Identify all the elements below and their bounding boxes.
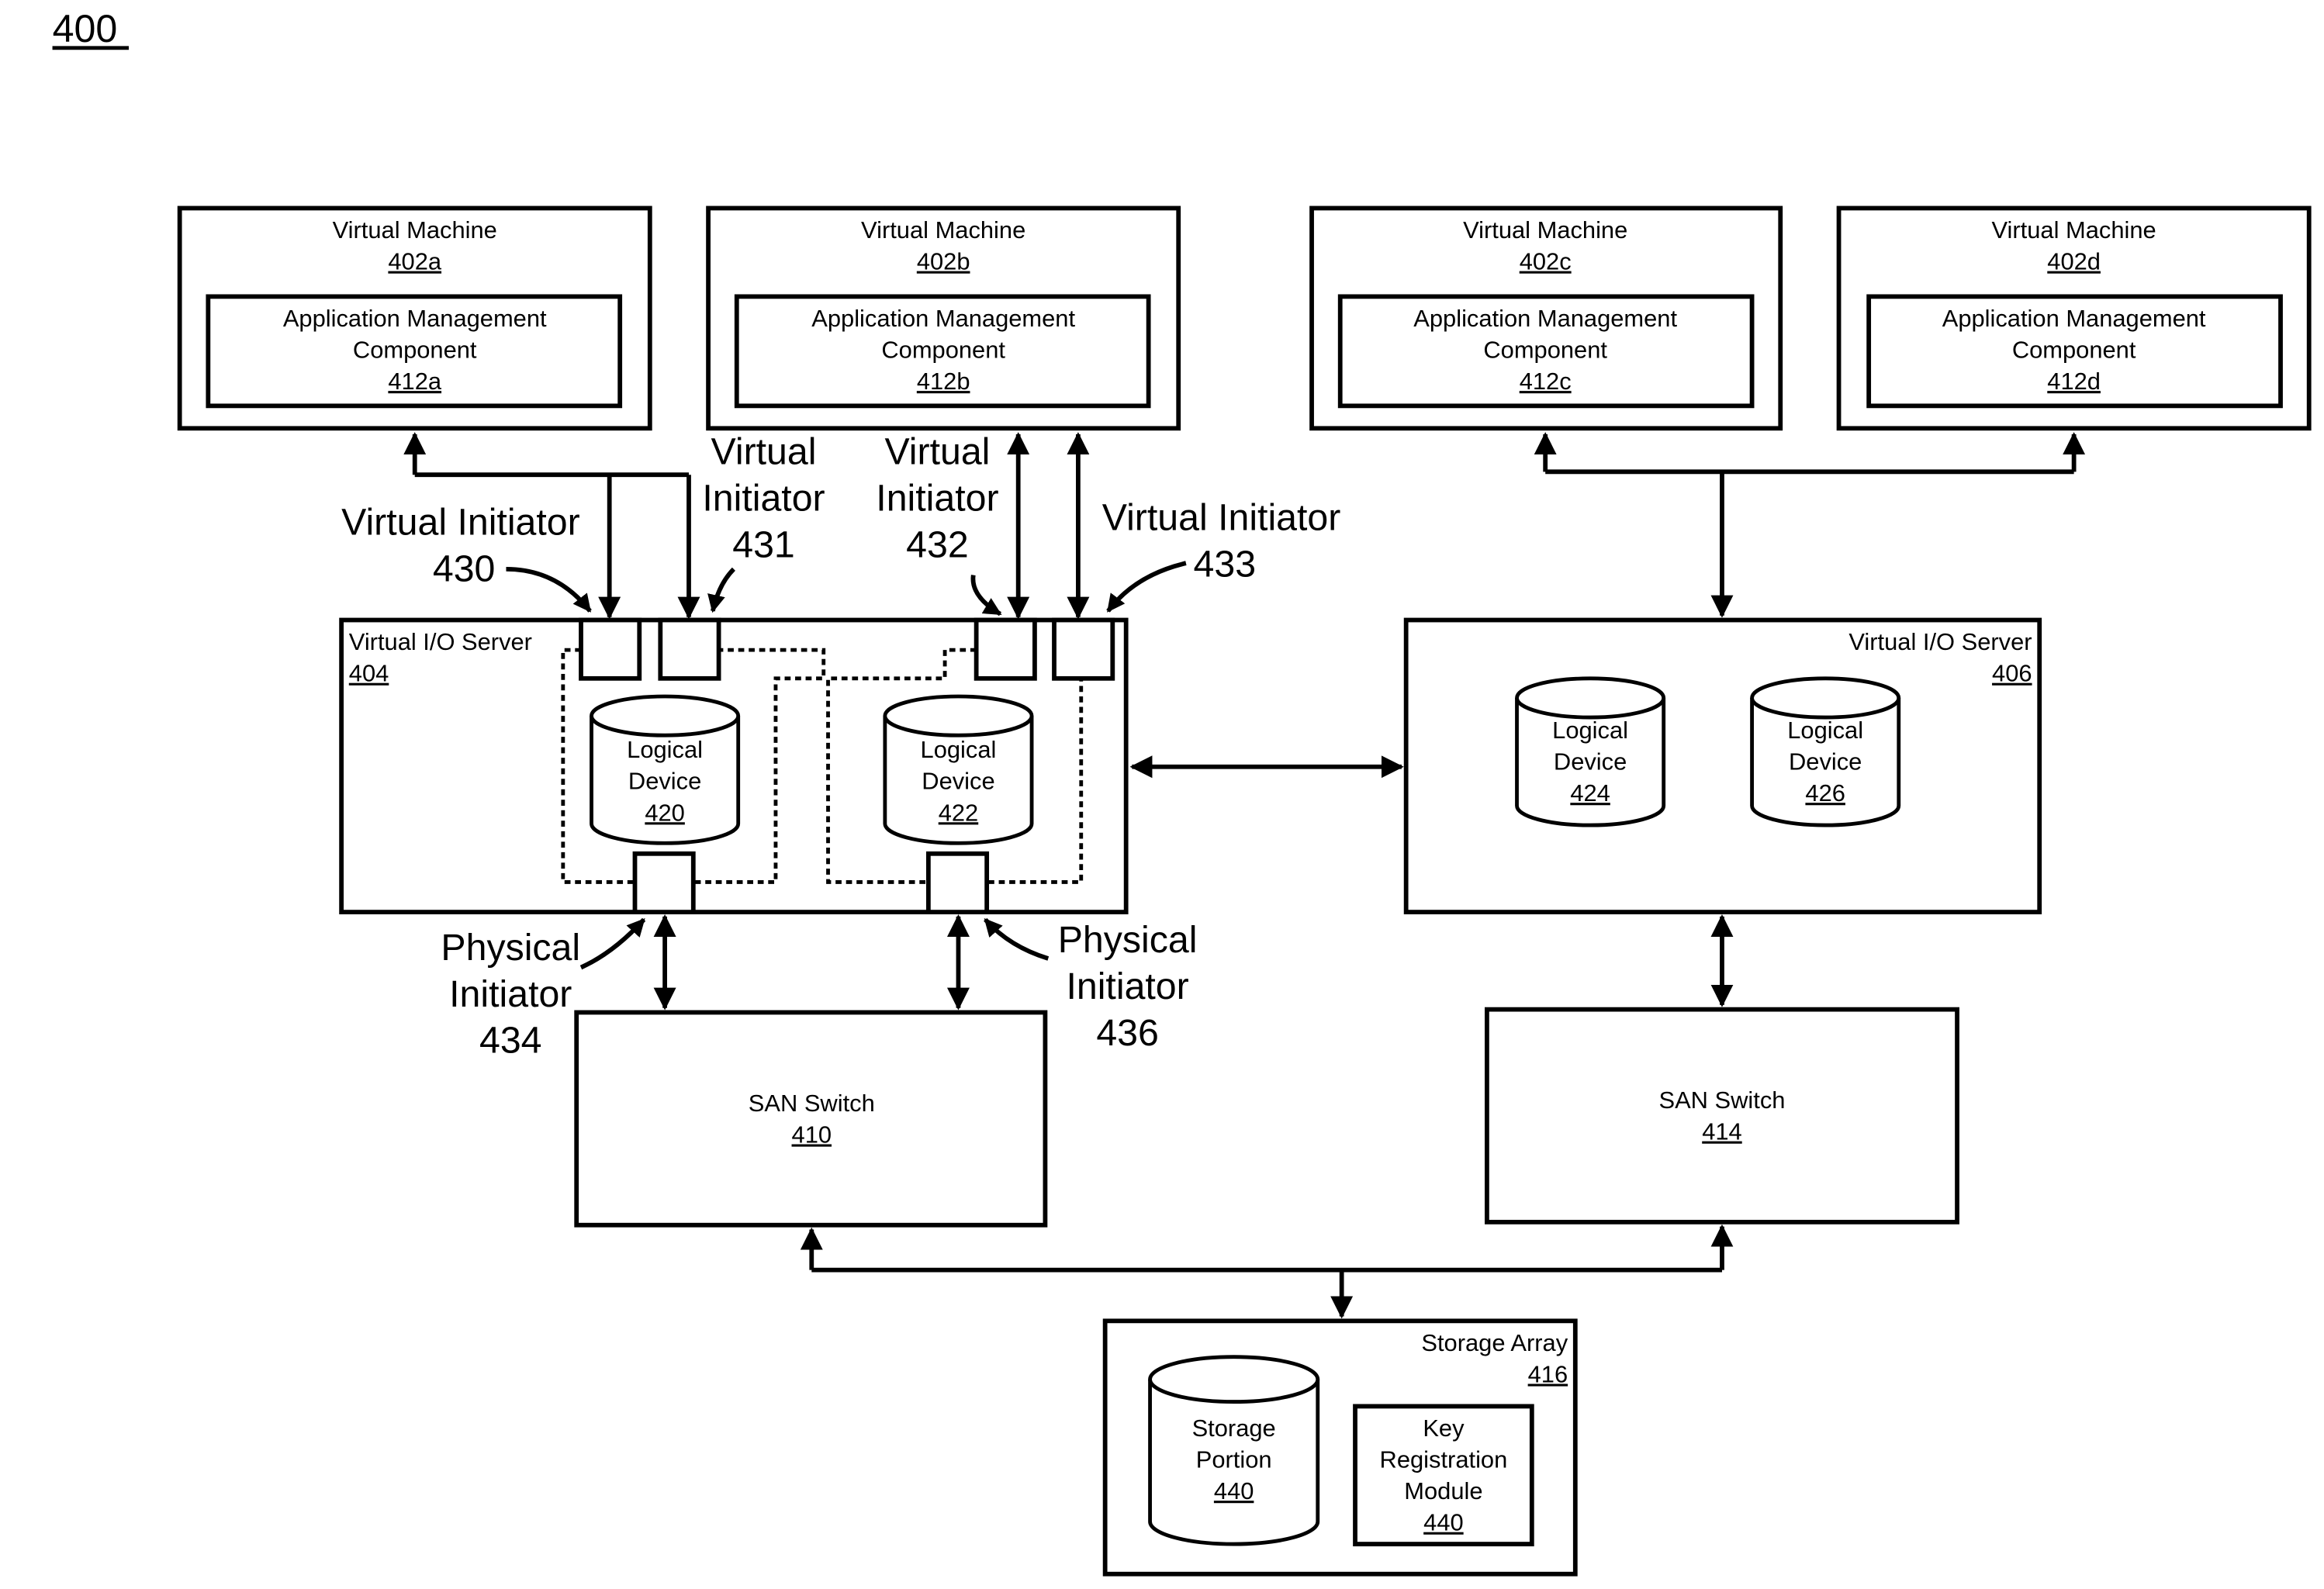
vm-402b[interactable]: Virtual Machine 402b Application Managem… xyxy=(706,206,1181,431)
svg-text:Storage: Storage xyxy=(1192,1415,1276,1442)
virtual-initiator-port-432[interactable] xyxy=(974,617,1037,681)
vm-ref: 402c xyxy=(1520,248,1572,275)
svg-text:412d: 412d xyxy=(2047,368,2101,395)
label-virtual-initiator-432: Virtual Initiator 432 xyxy=(876,431,1002,617)
svg-text:Component: Component xyxy=(1483,337,1607,364)
logical-device-420[interactable]: Logical Device 420 xyxy=(590,694,741,845)
vm-ref: 402d xyxy=(2047,248,2101,275)
physical-initiator-port-436[interactable] xyxy=(925,851,990,914)
svg-text:412a: 412a xyxy=(388,368,441,395)
svg-text:433: 433 xyxy=(1194,544,1257,586)
svg-text:430: 430 xyxy=(433,548,496,589)
svg-text:Device: Device xyxy=(922,768,994,795)
svg-text:Portion: Portion xyxy=(1196,1446,1272,1473)
vm-402d[interactable]: Virtual Machine 402d Application Managem… xyxy=(1836,206,2312,431)
svg-text:Application Management: Application Management xyxy=(811,305,1075,332)
vios-ref: 406 xyxy=(1992,660,2032,687)
app-mgmt-component-412b[interactable]: Application Management Component 412b xyxy=(734,294,1151,409)
label-virtual-initiator-433: Virtual Initiator 433 xyxy=(1102,497,1341,613)
svg-text:Logical: Logical xyxy=(627,736,703,763)
svg-text:Component: Component xyxy=(2012,337,2136,364)
virtual-initiator-port-431[interactable] xyxy=(658,617,721,681)
vm-title: Virtual Machine xyxy=(861,216,1025,244)
svg-text:440: 440 xyxy=(1214,1477,1254,1504)
logical-device-426[interactable]: Logical Device 426 xyxy=(1750,676,1901,827)
svg-text:Virtual: Virtual xyxy=(884,431,990,473)
vm-ref: 402b xyxy=(917,248,970,275)
virtual-initiator-port-433[interactable] xyxy=(1052,617,1115,681)
app-mgmt-component-412a[interactable]: Application Management Component 412a xyxy=(206,294,623,409)
svg-text:Device: Device xyxy=(1554,748,1627,776)
svg-text:Application Management: Application Management xyxy=(1942,305,2206,332)
svg-text:400: 400 xyxy=(53,7,118,50)
svg-text:Initiator: Initiator xyxy=(1066,965,1188,1007)
svg-text:424: 424 xyxy=(1570,779,1610,807)
svg-text:Logical: Logical xyxy=(1787,717,1863,744)
svg-text:Virtual Initiator: Virtual Initiator xyxy=(341,501,580,543)
vm-402a[interactable]: Virtual Machine 402a Application Managem… xyxy=(177,206,652,431)
key-registration-module-440[interactable]: Key Registration Module 440 xyxy=(1353,1404,1534,1546)
svg-text:Initiator: Initiator xyxy=(702,478,825,520)
vios-ref: 404 xyxy=(349,660,389,687)
svg-text:412c: 412c xyxy=(1520,368,1572,395)
svg-text:Key: Key xyxy=(1423,1415,1465,1442)
vm-title: Virtual Machine xyxy=(333,216,497,244)
virtual-initiator-port-430[interactable] xyxy=(579,617,642,681)
svg-text:420: 420 xyxy=(645,799,685,826)
svg-text:410: 410 xyxy=(792,1121,832,1148)
svg-text:414: 414 xyxy=(1702,1118,1742,1145)
app-mgmt-component-412c[interactable]: Application Management Component 412c xyxy=(1337,294,1755,409)
vm-402c[interactable]: Virtual Machine 402c Application Managem… xyxy=(1309,206,1783,431)
svg-text:Module: Module xyxy=(1404,1477,1482,1504)
san-switch-410[interactable]: SAN Switch 410 xyxy=(574,1010,1048,1228)
svg-text:432: 432 xyxy=(906,523,969,565)
logical-device-424[interactable]: Logical Device 424 xyxy=(1515,676,1666,827)
svg-text:Initiator: Initiator xyxy=(876,478,998,520)
svg-text:Logical: Logical xyxy=(921,736,997,763)
storage-portion-440[interactable]: Storage Portion 440 xyxy=(1148,1355,1320,1546)
svg-text:Registration: Registration xyxy=(1380,1446,1508,1473)
svg-text:416: 416 xyxy=(1528,1360,1568,1387)
svg-text:412b: 412b xyxy=(917,368,970,395)
svg-text:Virtual: Virtual xyxy=(711,431,817,473)
svg-text:426: 426 xyxy=(1805,779,1845,807)
figure-label: 400 xyxy=(53,7,130,50)
svg-text:Device: Device xyxy=(1789,748,1862,776)
vios-title: Virtual I/O Server xyxy=(349,628,532,655)
svg-text:Application Management: Application Management xyxy=(283,305,547,332)
svg-text:Logical: Logical xyxy=(1552,717,1628,744)
svg-text:440: 440 xyxy=(1423,1509,1464,1536)
svg-text:Storage Array: Storage Array xyxy=(1421,1329,1568,1356)
svg-text:Virtual Initiator: Virtual Initiator xyxy=(1102,497,1341,539)
svg-text:SAN Switch: SAN Switch xyxy=(749,1090,875,1117)
diagram-canvas: 400 Virtual Machine 402a Application Man… xyxy=(53,7,2312,1577)
svg-text:Device: Device xyxy=(628,768,701,795)
svg-text:434: 434 xyxy=(479,1020,542,1062)
svg-text:Application Management: Application Management xyxy=(1413,305,1677,332)
svg-text:Initiator: Initiator xyxy=(449,973,572,1015)
label-virtual-initiator-430: Virtual Initiator 430 xyxy=(341,501,592,613)
vm-ref: 402a xyxy=(388,248,441,275)
svg-text:Physical: Physical xyxy=(1058,919,1198,961)
svg-text:Component: Component xyxy=(353,337,477,364)
physical-initiator-port-434[interactable] xyxy=(632,851,696,914)
vios-title: Virtual I/O Server xyxy=(1848,628,2032,655)
svg-text:SAN Switch: SAN Switch xyxy=(1658,1086,1785,1114)
san-switch-414[interactable]: SAN Switch 414 xyxy=(1485,1007,1959,1225)
logical-device-422[interactable]: Logical Device 422 xyxy=(883,694,1034,845)
label-virtual-initiator-431: Virtual Initiator 431 xyxy=(702,431,825,613)
vios-406[interactable]: Virtual I/O Server 406 xyxy=(1403,617,2042,914)
app-mgmt-component-412d[interactable]: Application Management Component 412d xyxy=(1866,294,2283,409)
svg-text:Physical: Physical xyxy=(441,927,580,969)
svg-text:422: 422 xyxy=(939,799,979,826)
svg-text:Component: Component xyxy=(881,337,1005,364)
vm-title: Virtual Machine xyxy=(1463,216,1627,244)
vm-title: Virtual Machine xyxy=(1992,216,2156,244)
svg-text:431: 431 xyxy=(732,523,795,565)
svg-text:436: 436 xyxy=(1096,1012,1159,1054)
